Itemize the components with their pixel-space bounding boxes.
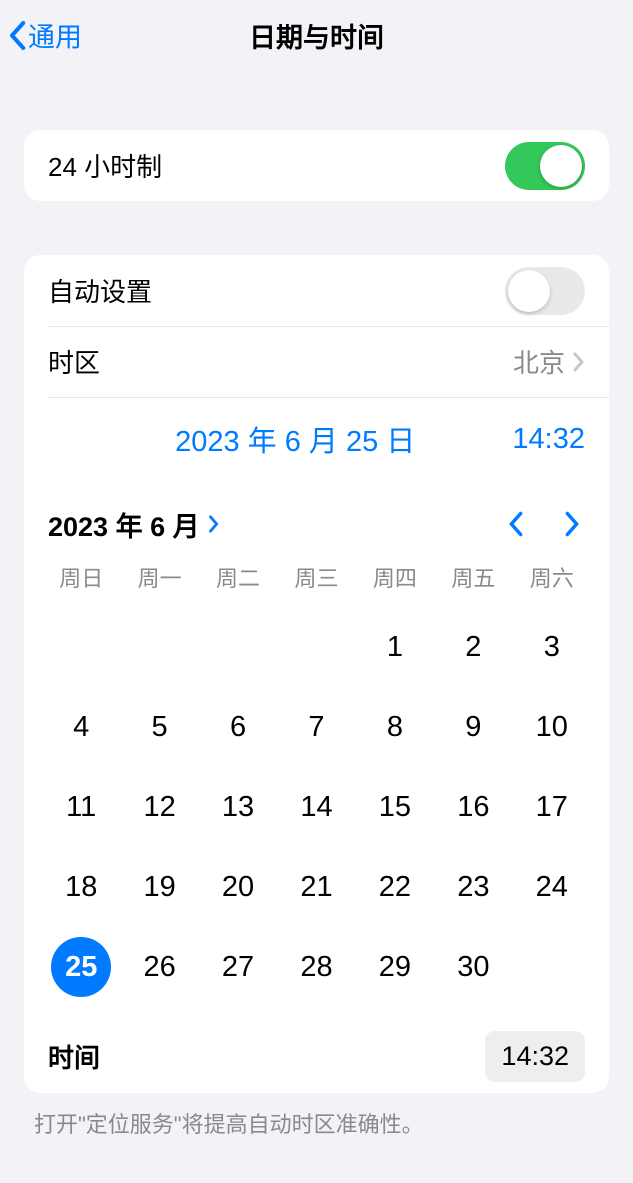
calendar-day[interactable]: 8 (356, 697, 434, 757)
row-selected-datetime: 2023 年 6 月 25 日 14:32 (24, 397, 609, 481)
weekday-label: 周四 (356, 561, 434, 593)
calendar-day[interactable]: 17 (513, 777, 591, 837)
weekday-label: 周日 (42, 561, 120, 593)
group-24hour: 24 小时制 (24, 130, 609, 201)
row-time: 时间 14:32 (24, 1019, 609, 1093)
switch-auto-set[interactable] (505, 267, 585, 315)
label-24hour: 24 小时制 (48, 147, 162, 184)
calendar-day[interactable]: 16 (434, 777, 512, 837)
selected-date[interactable]: 2023 年 6 月 25 日 (78, 418, 512, 460)
calendar-day[interactable]: 15 (356, 777, 434, 837)
selected-time[interactable]: 14:32 (512, 423, 585, 456)
calendar-day[interactable]: 7 (277, 697, 355, 757)
calendar-day[interactable]: 27 (199, 937, 277, 997)
calendar-prev-button[interactable] (507, 510, 525, 538)
row-24hour: 24 小时制 (24, 130, 609, 201)
calendar-day[interactable]: 14 (277, 777, 355, 837)
calendar-day[interactable]: 13 (199, 777, 277, 837)
weekday-label: 周五 (434, 561, 512, 593)
calendar-day[interactable]: 11 (42, 777, 120, 837)
calendar-day[interactable]: 22 (356, 857, 434, 917)
chevron-right-icon (208, 515, 220, 533)
calendar: 2023 年 6 月 (24, 481, 609, 1019)
weekday-label: 周二 (199, 561, 277, 593)
calendar-day[interactable]: 2 (434, 617, 512, 677)
time-picker[interactable]: 14:32 (485, 1031, 585, 1082)
calendar-day[interactable]: 6 (199, 697, 277, 757)
chevron-left-icon (8, 20, 26, 50)
calendar-grid: 1234567891011121314151617181920212223242… (42, 599, 591, 1019)
back-button[interactable]: 通用 (8, 16, 82, 55)
calendar-day[interactable]: 5 (120, 697, 198, 757)
back-label: 通用 (28, 16, 82, 55)
calendar-day[interactable]: 4 (42, 697, 120, 757)
chevron-right-icon (573, 352, 585, 372)
switch-24hour[interactable] (505, 142, 585, 190)
calendar-day[interactable]: 30 (434, 937, 512, 997)
calendar-day[interactable]: 28 (277, 937, 355, 997)
row-timezone[interactable]: 时区 北京 (24, 326, 609, 397)
calendar-day[interactable]: 18 (42, 857, 120, 917)
calendar-day[interactable]: 9 (434, 697, 512, 757)
page-title: 日期与时间 (0, 16, 633, 55)
weekday-label: 周一 (120, 561, 198, 593)
value-timezone: 北京 (513, 343, 565, 380)
calendar-day[interactable]: 1 (356, 617, 434, 677)
calendar-day[interactable]: 23 (434, 857, 512, 917)
calendar-day[interactable]: 20 (199, 857, 277, 917)
label-auto-set: 自动设置 (48, 272, 152, 309)
row-auto-set: 自动设置 (24, 255, 609, 326)
calendar-day[interactable]: 3 (513, 617, 591, 677)
calendar-day[interactable]: 19 (120, 857, 198, 917)
calendar-day[interactable]: 21 (277, 857, 355, 917)
group-datetime: 自动设置 时区 北京 2023 年 6 月 25 日 14:32 2023 年 … (24, 255, 609, 1093)
calendar-day[interactable]: 24 (513, 857, 591, 917)
calendar-next-button[interactable] (563, 510, 581, 538)
calendar-weekday-row: 周日周一周二周三周四周五周六 (42, 559, 591, 599)
calendar-month-button[interactable]: 2023 年 6 月 (48, 505, 220, 544)
calendar-day[interactable]: 29 (356, 937, 434, 997)
calendar-day[interactable]: 10 (513, 697, 591, 757)
weekday-label: 周六 (513, 561, 591, 593)
calendar-day[interactable]: 12 (120, 777, 198, 837)
calendar-month-title: 2023 年 6 月 (48, 505, 200, 544)
calendar-day[interactable]: 26 (120, 937, 198, 997)
footer-note: 打开"定位服务"将提高自动时区准确性。 (34, 1107, 599, 1139)
label-timezone: 时区 (48, 343, 100, 380)
calendar-day[interactable]: 25 (42, 937, 120, 997)
label-time: 时间 (48, 1038, 100, 1075)
weekday-label: 周三 (277, 561, 355, 593)
